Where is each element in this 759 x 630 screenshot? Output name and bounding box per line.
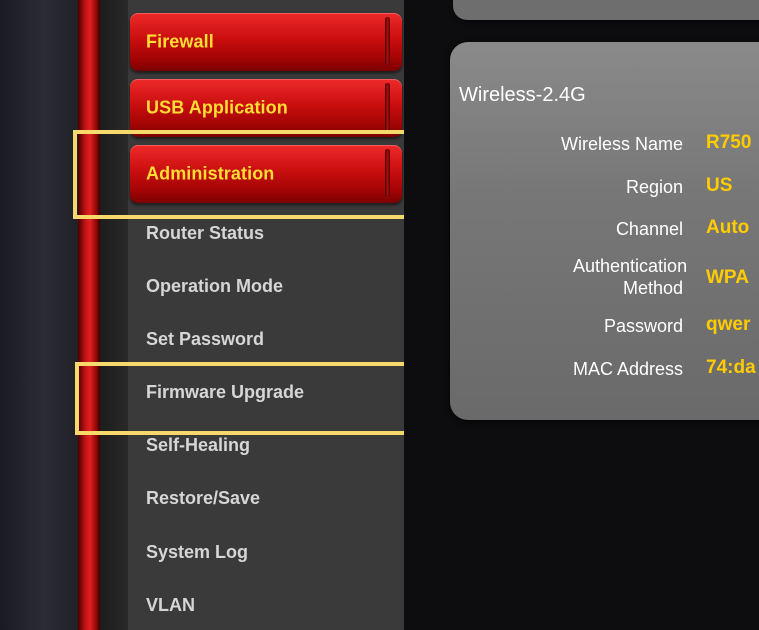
authentication-method-value: WPA xyxy=(706,267,749,288)
channel-value: Auto xyxy=(706,217,750,238)
mac-address-label: MAC Address xyxy=(572,359,683,379)
password-value: qwer xyxy=(706,314,751,335)
menu-edge xyxy=(100,0,130,630)
sidebar-item-router-status[interactable]: Router Status xyxy=(146,223,264,244)
button-notch xyxy=(385,17,390,65)
channel-label: Channel xyxy=(615,219,683,239)
menu-button-label: USB Application xyxy=(146,97,288,118)
region-value: US xyxy=(706,175,733,196)
highlight-box-administration xyxy=(73,130,446,219)
sidebar-item-system-log[interactable]: System Log xyxy=(146,542,248,563)
region-label: Region xyxy=(625,177,683,197)
menu-button-usb-application[interactable]: USB Application xyxy=(130,79,402,137)
sidebar-item-vlan[interactable]: VLAN xyxy=(146,595,195,616)
mac-address-value: 74:da xyxy=(706,357,756,378)
sidebar-item-restore-save[interactable]: Restore/Save xyxy=(146,488,260,509)
upper-panel xyxy=(453,0,759,20)
panel-title: Wireless-2.4G xyxy=(459,84,586,106)
left-background xyxy=(0,0,80,630)
menu-button-label: Firewall xyxy=(146,31,214,52)
red-side-stripe xyxy=(78,0,100,630)
sidebar-item-set-password[interactable]: Set Password xyxy=(146,329,264,350)
password-label: Password xyxy=(603,316,683,336)
highlight-box-firmware-upgrade xyxy=(75,362,453,435)
wireless-name-label: Wireless Name xyxy=(560,134,683,154)
wireless-name-value: R750 xyxy=(706,132,752,153)
button-notch xyxy=(385,83,390,131)
menu-button-firewall[interactable]: Firewall xyxy=(130,13,402,71)
authentication-method-label: Authentication Method xyxy=(573,256,688,298)
sidebar-item-self-healing[interactable]: Self-Healing xyxy=(146,435,250,456)
sidebar-item-operation-mode[interactable]: Operation Mode xyxy=(146,276,283,297)
